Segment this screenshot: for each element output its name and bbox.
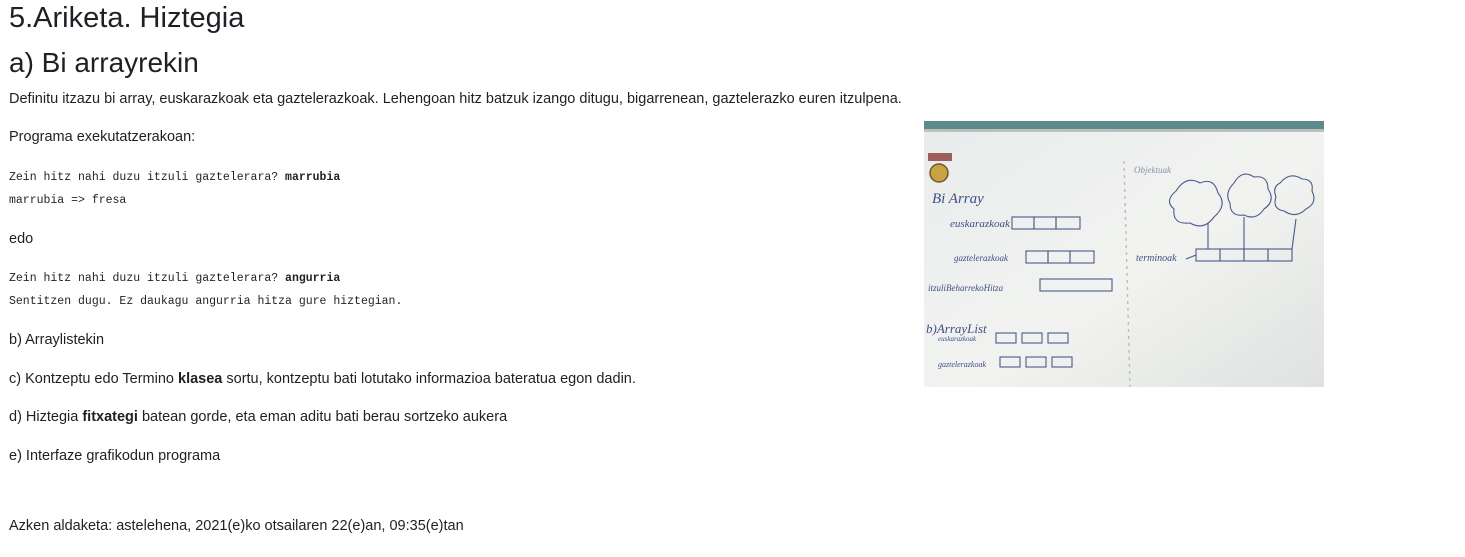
wb-heading-b: b)ArrayList — [926, 321, 987, 336]
wb-row5: gaztelerazkoak — [938, 360, 986, 369]
wb-row3: itzuliBeharrekoHitza — [928, 283, 1004, 293]
item-d-before: d) Hiztegia — [9, 409, 83, 425]
example2-output: Sentitzen dugu. Ez daukagu angurria hitz… — [9, 295, 403, 308]
item-c-before: c) Kontzeptu edo Termino — [9, 371, 178, 387]
whiteboard-photo: Bi Array euskarazkoak gaztelerazkoak itz… — [924, 121, 1324, 387]
wb-top-right: Objektuak — [1134, 165, 1172, 175]
intro-text: Definitu itzazu bi array, euskarazkoak e… — [9, 91, 902, 107]
item-b: b) Arraylistekin — [9, 332, 105, 348]
item-c-after: sortu, kontzeptu bati lotutako informazi… — [222, 371, 636, 387]
example2-input: angurria — [285, 272, 341, 285]
example1-input: marrubia — [285, 171, 341, 184]
item-d: d) Hiztegia fitxategi batean gorde, eta … — [9, 407, 507, 427]
wb-row2: gaztelerazkoak — [954, 253, 1009, 263]
example1-code: Zein hitz nahi duzu itzuli gaztelerara? … — [9, 166, 340, 212]
example2-prompt: Zein hitz nahi duzu itzuli gaztelerara? — [9, 272, 286, 285]
execution-label: Programa exekutatzerakoan: — [9, 129, 196, 145]
or-label: edo — [9, 231, 34, 247]
item-d-after: batean gorde, eta eman aditu bati berau … — [137, 409, 508, 425]
wb-row1: euskarazkoak — [950, 218, 1011, 230]
example1-prompt: Zein hitz nahi duzu itzuli gaztelerara? — [9, 171, 286, 184]
wb-row4: euskarazkoak — [938, 335, 977, 343]
item-e: e) Interfaze grafikodun programa — [9, 448, 221, 464]
last-modified: Azken aldaketa: astelehena, 2021(e)ko ot… — [9, 518, 464, 534]
wb-heading-a: Bi Array — [932, 191, 984, 207]
item-c: c) Kontzeptu edo Termino klasea sortu, k… — [9, 369, 636, 389]
example2-code: Zein hitz nahi duzu itzuli gaztelerara? … — [9, 267, 402, 313]
section-subtitle: a) Bi arrayrekin — [9, 47, 199, 78]
item-c-bold: klasea — [178, 371, 223, 387]
example1-output: marrubia => fresa — [9, 194, 127, 207]
wb-right-label: terminoak — [1136, 253, 1177, 264]
item-d-bold: fitxategi — [82, 409, 138, 425]
page-title: 5.Ariketa. Hiztegia — [9, 2, 245, 34]
